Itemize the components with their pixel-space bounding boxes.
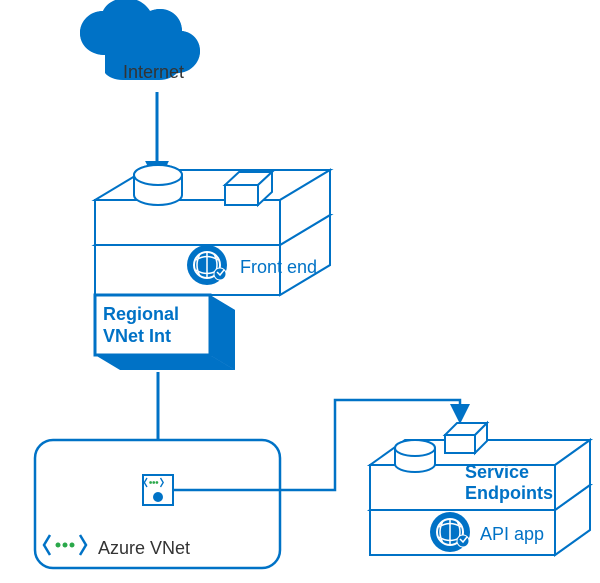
service-endpoints-label-2: Endpoints: [465, 483, 553, 503]
cylinder-icon: [395, 440, 435, 472]
service-endpoints-label-1: Service: [465, 462, 529, 482]
api-app-label: API app: [480, 524, 544, 544]
front-end-appservice: Front end: [95, 165, 330, 295]
cube-icon: [445, 423, 487, 453]
globe-icon: [187, 245, 227, 285]
regional-vnet-int-label-1: Regional: [103, 304, 179, 324]
azure-vnet: Azure VNet: [35, 440, 280, 568]
regional-vnet-int-label-2: VNet Int: [103, 326, 171, 346]
regional-vnet-int: Regional VNet Int: [95, 295, 235, 370]
cylinder-icon: [134, 165, 182, 205]
vnet-endpoint-icon: [143, 475, 173, 505]
front-end-label: Front end: [240, 257, 317, 277]
architecture-diagram: Internet: [0, 0, 600, 583]
api-app-appservice: Service Endpoints API app: [370, 423, 590, 555]
internet-label: Internet: [123, 62, 184, 82]
azure-vnet-label: Azure VNet: [98, 538, 190, 558]
globe-icon: [430, 512, 470, 552]
